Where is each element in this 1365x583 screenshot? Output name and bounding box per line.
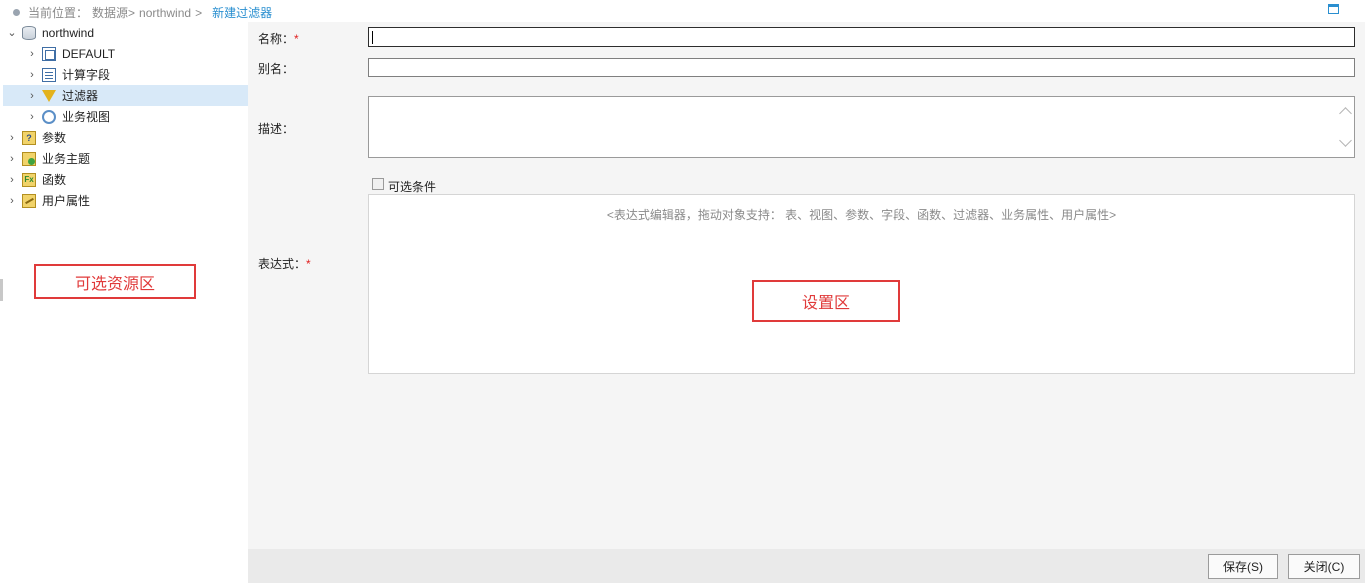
function-icon: Fx <box>22 172 36 187</box>
chevron-right-icon[interactable]: › <box>6 174 18 186</box>
view-icon <box>42 109 56 124</box>
panel-splitter[interactable] <box>0 279 3 301</box>
tree-node-label: DEFAULT <box>62 46 116 61</box>
description-textarea[interactable] <box>368 96 1355 158</box>
calc-field-icon <box>42 67 56 82</box>
alias-input[interactable] <box>368 58 1355 77</box>
tree-node-user-attrs[interactable]: › 用户属性 <box>6 190 248 211</box>
annotation-resource-area: 可选资源区 <box>34 264 196 299</box>
maximize-icon[interactable] <box>1328 4 1339 14</box>
param-icon: ? <box>22 130 36 145</box>
required-mark: * <box>294 32 299 46</box>
tree-node-label: northwind <box>42 25 95 40</box>
annotation-settings-area: 设置区 <box>752 280 900 322</box>
breadcrumb-current: 新建过滤器 <box>212 6 273 20</box>
chevron-right-icon[interactable]: › <box>26 111 38 123</box>
resource-tree-panel: ⌄ northwind › DEFAULT › 计算字段 › 过滤器 › 业务视… <box>0 22 248 583</box>
breadcrumb-item-datasource[interactable]: 数据源> <box>92 4 135 21</box>
required-mark: * <box>306 257 311 271</box>
expression-editor[interactable]: <表达式编辑器，拖动对象支持： 表、视图、参数、字段、函数、过滤器、业务属性、用… <box>368 194 1355 374</box>
settings-panel: 名称：* 别名： 描述： 可选条件 表达式：* <表达式编辑器，拖动对象支持： … <box>248 22 1365 549</box>
filter-icon <box>42 90 56 102</box>
name-input[interactable] <box>368 27 1355 47</box>
tree-node-label: 计算字段 <box>62 68 111 82</box>
chevron-right-icon[interactable]: › <box>6 195 18 207</box>
tree-node-topics[interactable]: › 业务主题 <box>6 148 248 169</box>
breadcrumb-item-northwind[interactable]: northwind <box>139 6 191 20</box>
tree-node-label: 业务视图 <box>62 110 111 124</box>
action-bar: 保存(S) 关闭(C) <box>248 549 1365 583</box>
tree-node-label: 参数 <box>42 131 67 145</box>
breadcrumb-bar: 当前位置： 数据源> northwind > 新建过滤器 <box>0 0 1365 22</box>
topic-icon <box>22 151 36 166</box>
tree-node-label: 过滤器 <box>62 89 99 103</box>
text-caret <box>372 31 373 44</box>
table-icon <box>42 46 56 61</box>
database-icon <box>22 25 36 40</box>
chevron-right-icon[interactable]: › <box>6 132 18 144</box>
scroll-down-icon[interactable] <box>1339 134 1352 147</box>
chevron-right-icon[interactable]: › <box>26 48 38 60</box>
bullet-icon <box>13 9 20 16</box>
tree-node-filters[interactable]: › 过滤器 <box>3 85 248 106</box>
breadcrumb-prefix: 当前位置： <box>28 6 89 20</box>
tree-node-label: 函数 <box>42 173 67 187</box>
chevron-right-icon[interactable]: › <box>26 69 38 81</box>
chevron-right-icon[interactable]: › <box>26 90 38 102</box>
breadcrumb: 当前位置： 数据源> northwind > 新建过滤器 <box>13 4 272 21</box>
chevron-down-icon[interactable]: ⌄ <box>6 26 18 39</box>
scroll-up-icon[interactable] <box>1339 107 1352 120</box>
tree-node-label: 业务主题 <box>42 152 91 166</box>
breadcrumb-separator: > <box>195 5 203 20</box>
tree-node-business-views[interactable]: › 业务视图 <box>26 106 248 127</box>
description-label: 描述： <box>258 122 295 136</box>
close-button[interactable]: 关闭(C) <box>1288 554 1360 579</box>
tree-node-calc-fields[interactable]: › 计算字段 <box>26 64 248 85</box>
user-attr-icon <box>22 193 36 208</box>
tree-node-northwind[interactable]: ⌄ northwind <box>6 22 248 43</box>
tree-node-label: 用户属性 <box>42 194 91 208</box>
optional-condition-checkbox[interactable] <box>372 178 384 190</box>
tree-node-functions[interactable]: › Fx 函数 <box>6 169 248 190</box>
tree-node-default[interactable]: › DEFAULT <box>26 43 248 64</box>
expression-hint: <表达式编辑器，拖动对象支持： 表、视图、参数、字段、函数、过滤器、业务属性、用… <box>606 208 1117 222</box>
scrollbar[interactable] <box>1338 97 1354 157</box>
tree-node-params[interactable]: › ? 参数 <box>6 127 248 148</box>
optional-condition-label: 可选条件 <box>388 180 437 194</box>
save-button[interactable]: 保存(S) <box>1208 554 1278 579</box>
alias-label: 别名： <box>258 62 295 76</box>
name-label: 名称：* <box>258 32 299 46</box>
chevron-right-icon[interactable]: › <box>6 153 18 165</box>
expression-label: 表达式：* <box>258 257 311 271</box>
